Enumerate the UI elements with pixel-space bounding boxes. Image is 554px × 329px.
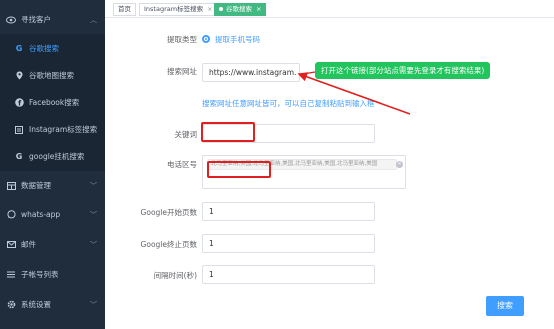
- map-pin-icon: [14, 71, 24, 81]
- annotation-arrows: [297, 71, 411, 115]
- search-form: 提取类型 提取手机号码 搜索网址 https://www.instagram. …: [105, 18, 554, 329]
- sidebar-item-label: 系统设置: [21, 300, 51, 309]
- sidebar-item-label: 子帐号列表: [21, 270, 59, 279]
- sidebar-item-label: Instagram标签搜索: [29, 125, 98, 134]
- sidebar-item-label: 数据管理: [21, 181, 51, 190]
- chevron-down-icon: ﹀: [90, 240, 97, 249]
- gear-icon: [6, 300, 16, 310]
- sidebar-item-sub-accounts[interactable]: 子帐号列表: [0, 260, 105, 289]
- mail-icon: [6, 240, 16, 250]
- sidebar-item-google-idle-search[interactable]: G google挂机搜索: [0, 142, 105, 171]
- tab-google-search[interactable]: 谷歌搜索 ×: [214, 3, 267, 16]
- annotation-arrow-to-url: [297, 72, 411, 115]
- tab-label: 首页: [118, 5, 131, 13]
- list-icon: [14, 125, 24, 135]
- sidebar-item-system-settings[interactable]: 系统设置 ﹀: [0, 290, 105, 319]
- chevron-down-icon: ﹀: [90, 300, 97, 309]
- chevron-down-icon: ﹀: [90, 181, 97, 190]
- sidebar-item-label: 谷歌搜索: [29, 44, 59, 53]
- close-icon[interactable]: ×: [207, 5, 212, 13]
- google-icon: G: [15, 152, 23, 161]
- sidebar-item-mail[interactable]: 邮件 ﹀: [0, 230, 105, 259]
- sidebar-item-instagram-tag-search[interactable]: Instagram标签搜索: [0, 115, 105, 144]
- chevron-down-icon: ﹀: [90, 210, 97, 219]
- sidebar-item-label: 寻找客户: [21, 15, 51, 24]
- eye-icon: [6, 15, 16, 25]
- sidebar-item-facebook-search[interactable]: f Facebook搜索: [0, 88, 105, 117]
- sidebar-item-label: 邮件: [21, 240, 36, 249]
- bars-icon: [6, 270, 16, 280]
- sidebar-item-find-customers[interactable]: 寻找客户 ︿: [0, 5, 105, 34]
- tabs-bar: 首页 Instagram标签搜索 × 谷歌搜索 ×: [105, 0, 554, 18]
- sidebar-item-label: google挂机搜索: [29, 152, 85, 161]
- tab-home[interactable]: 首页: [113, 3, 136, 16]
- sidebar-item-label: 谷歌地图搜索: [29, 71, 74, 80]
- sidebar-item-label: whats-app: [21, 210, 61, 219]
- close-icon[interactable]: ×: [256, 5, 261, 13]
- whatsapp-icon: [6, 210, 16, 220]
- facebook-icon: f: [14, 98, 24, 108]
- tab-instagram-tag-search[interactable]: Instagram标签搜索 ×: [139, 3, 218, 16]
- annotation-arrow-to-tip: [302, 71, 316, 75]
- tab-label: 谷歌搜索: [226, 5, 252, 13]
- tab-label: Instagram标签搜索: [144, 5, 204, 13]
- sidebar-item-whatsapp[interactable]: whats-app ﹀: [0, 200, 105, 229]
- active-dot-icon: [219, 7, 223, 11]
- sidebar-item-label: Facebook搜索: [29, 98, 80, 107]
- sidebar: 寻找客户 ︿ G 谷歌搜索 谷歌地图搜索 f Facebook搜索 Instag…: [0, 0, 105, 329]
- chevron-up-icon: ︿: [90, 15, 97, 24]
- sidebar-item-google-map-search[interactable]: 谷歌地图搜索: [0, 61, 105, 90]
- sidebar-item-google-search[interactable]: G 谷歌搜索: [0, 34, 105, 63]
- google-icon: G: [15, 44, 23, 53]
- sidebar-item-data-management[interactable]: 数据管理 ﹀: [0, 171, 105, 200]
- table-icon: [6, 181, 16, 191]
